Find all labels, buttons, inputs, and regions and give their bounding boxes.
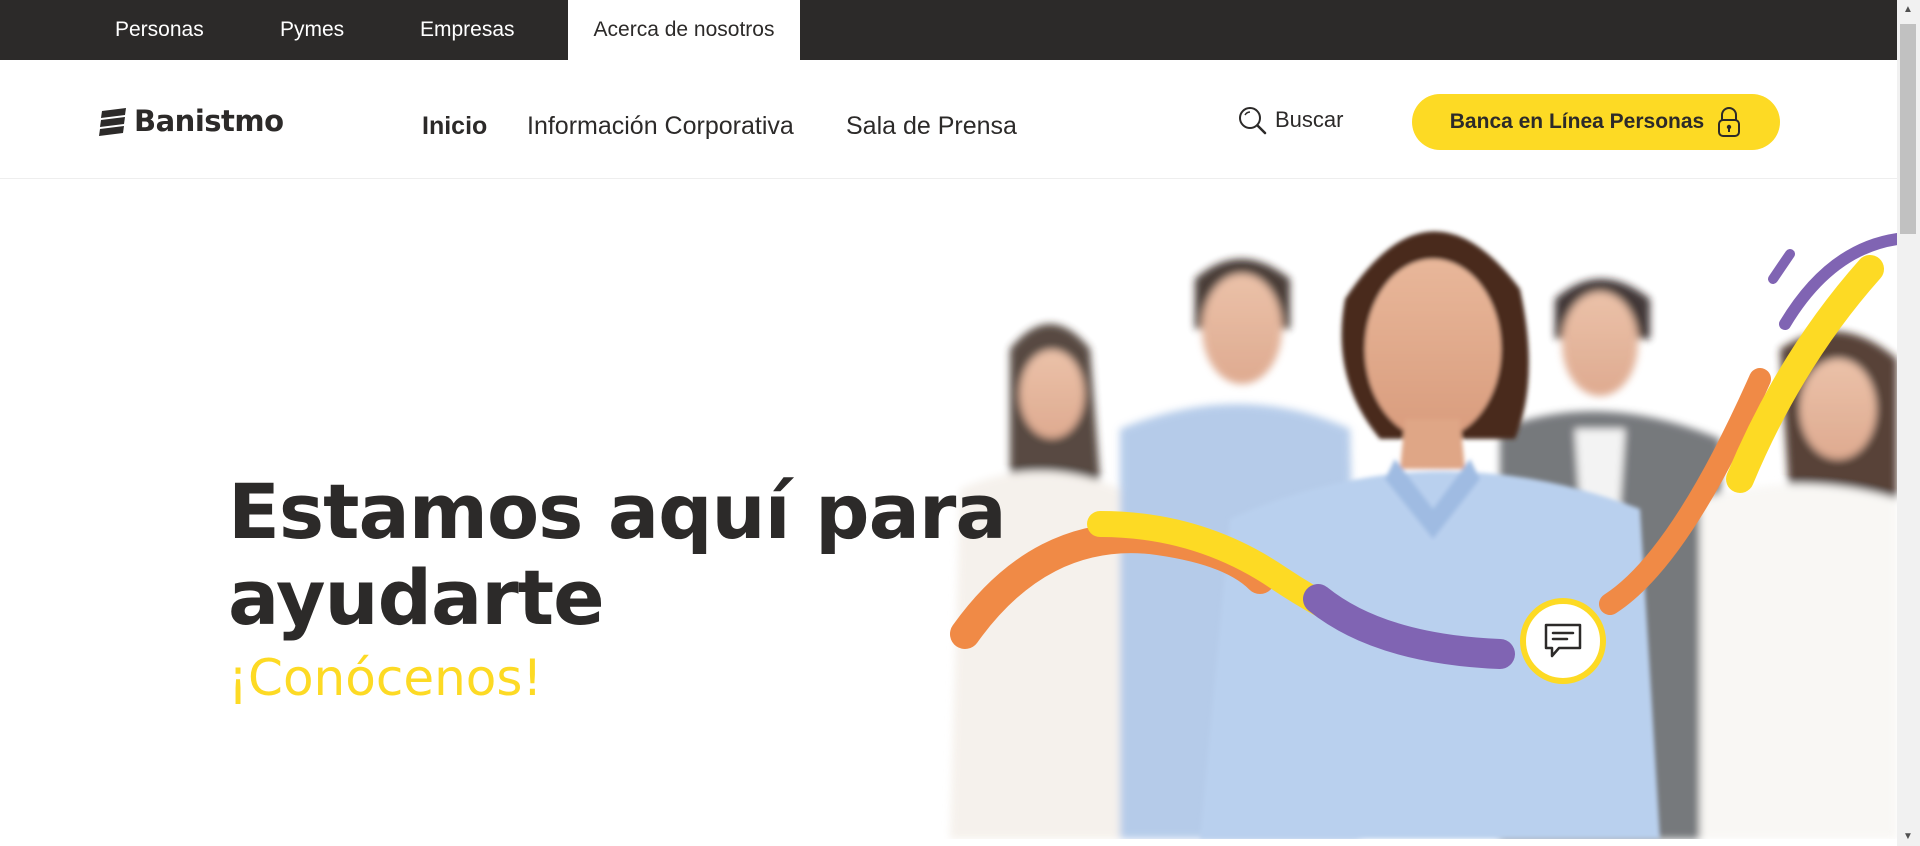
segment-personas[interactable]: Personas: [115, 0, 204, 60]
lock-icon: [1718, 107, 1741, 137]
segment-bar: Personas Pymes Empresas Acerca de nosotr…: [0, 0, 1897, 60]
hero-title-line-2: ayudarte: [228, 553, 605, 642]
chat-button[interactable]: [1520, 598, 1606, 684]
banistmo-logo-icon: [99, 108, 126, 136]
scroll-up-icon[interactable]: ▲: [1903, 4, 1913, 15]
vertical-scrollbar[interactable]: ▲ ▼: [1897, 0, 1920, 846]
hero-title: Estamos aquí para ayudarte: [228, 467, 1007, 642]
nav-inicio[interactable]: Inicio: [422, 112, 487, 141]
segment-pymes[interactable]: Pymes: [280, 0, 344, 60]
scrollbar-thumb[interactable]: [1900, 24, 1916, 234]
hero-section: Estamos aquí para ayudarte ¡Conócenos!: [0, 179, 1897, 839]
nav-sala-de-prensa[interactable]: Sala de Prensa: [846, 112, 1017, 141]
hero-subtitle[interactable]: ¡Conócenos!: [228, 649, 542, 707]
search-label: Buscar: [1275, 107, 1344, 132]
main-header: Banistmo Inicio Información Corporativa …: [0, 60, 1897, 179]
banca-en-linea-label: Banca en Línea Personas: [1449, 110, 1705, 133]
segment-empresas[interactable]: Empresas: [420, 0, 515, 60]
search-icon: [1239, 107, 1267, 135]
search-button[interactable]: Buscar: [1237, 105, 1343, 135]
brand-name: Banistmo: [134, 104, 284, 138]
chat-icon: [1544, 623, 1582, 658]
segment-acerca-de-nosotros[interactable]: Acerca de nosotros: [568, 0, 800, 60]
banca-en-linea-button[interactable]: Banca en Línea Personas: [1412, 94, 1780, 150]
scroll-down-icon[interactable]: ▼: [1903, 831, 1913, 842]
nav-informacion-corporativa[interactable]: Información Corporativa: [527, 112, 794, 141]
brand-logo[interactable]: Banistmo: [98, 104, 284, 138]
hero-title-line-1: Estamos aquí para: [228, 467, 1007, 556]
